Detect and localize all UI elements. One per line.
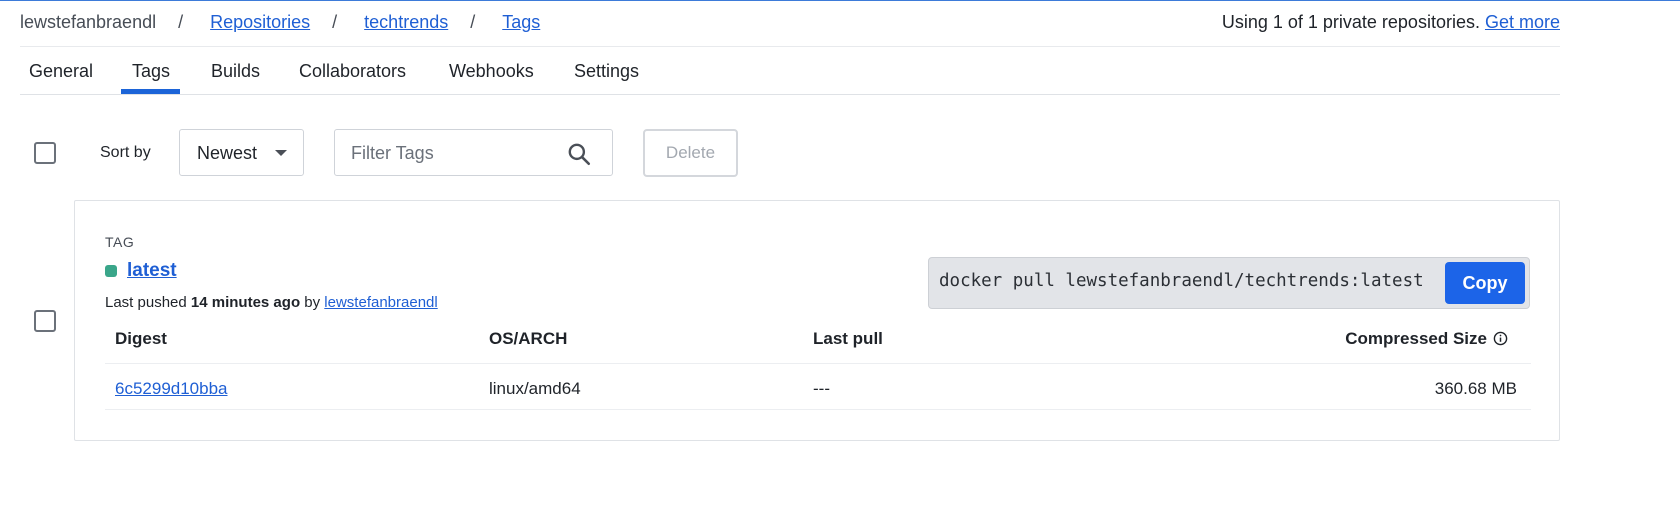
top-accent-line	[0, 0, 1680, 1]
last-pushed-info: Last pushed 14 minutes ago by lewstefanb…	[105, 294, 438, 311]
tag-name-link[interactable]: latest	[127, 260, 177, 282]
tab-collaborators[interactable]: Collaborators	[299, 61, 406, 82]
breadcrumb: lewstefanbraendl / Repositories / techtr…	[20, 12, 540, 33]
pushed-by-user-link[interactable]: lewstefanbraendl	[324, 294, 437, 311]
active-tab-indicator	[121, 89, 180, 94]
compressed-size-label: Compressed Size	[1345, 329, 1487, 348]
select-all-checkbox[interactable]	[34, 142, 56, 164]
compressed-size-cell: 360.68 MB	[1434, 379, 1517, 398]
column-header-compressed-size: Compressed Size	[1345, 329, 1508, 349]
last-pull-cell: ---	[813, 379, 830, 398]
sort-label: Sort by	[100, 144, 151, 161]
pushed-prefix: Last pushed	[105, 294, 187, 311]
table-divider	[105, 409, 1531, 410]
breadcrumb-repo-link[interactable]: techtrends	[364, 12, 448, 33]
tab-tags[interactable]: Tags	[132, 61, 170, 82]
caret-down-icon	[275, 150, 287, 156]
tab-builds[interactable]: Builds	[211, 61, 260, 82]
tag-name-row: latest	[105, 260, 177, 282]
column-header-digest: Digest	[115, 329, 167, 348]
delete-button[interactable]: Delete	[643, 129, 738, 177]
breadcrumb-separator: /	[332, 12, 338, 32]
info-icon[interactable]	[1493, 331, 1508, 346]
breadcrumb-tags-link[interactable]: Tags	[502, 12, 540, 33]
sort-value: Newest	[197, 143, 258, 163]
table-divider	[105, 363, 1531, 364]
copy-button[interactable]: Copy	[1445, 262, 1525, 304]
docker-pull-command-box: docker pull lewstefanbraendl/techtrends:…	[928, 257, 1530, 309]
filter-tags-field	[334, 129, 613, 176]
column-header-last-pull: Last pull	[813, 329, 883, 348]
pushed-when: 14 minutes ago	[190, 294, 301, 311]
pull-command-text: docker pull lewstefanbraendl/techtrends:…	[939, 271, 1424, 291]
private-repo-usage: Using 1 of 1 private repositories. Get mo…	[1222, 12, 1560, 33]
usage-text: Using 1 of 1 private repositories.	[1221, 12, 1480, 32]
tags-toolbar: Sort by Newest Delete	[0, 129, 1680, 177]
search-icon[interactable]	[566, 141, 592, 167]
page-header: lewstefanbraendl / Repositories / techtr…	[20, 12, 1560, 36]
breadcrumb-owner: lewstefanbraendl	[20, 12, 157, 32]
os-arch-cell: linux/amd64	[489, 379, 581, 398]
digest-cell: 6c5299d10bba	[115, 379, 228, 399]
sort-select[interactable]: Newest	[179, 129, 304, 176]
digest-link[interactable]: 6c5299d10bba	[115, 379, 228, 398]
pushed-by-word: by	[304, 294, 321, 311]
tab-webhooks[interactable]: Webhooks	[449, 61, 534, 82]
tag-status-icon	[105, 265, 117, 277]
get-more-link[interactable]: Get more	[1485, 12, 1560, 32]
breadcrumb-repositories-link[interactable]: Repositories	[210, 12, 310, 33]
tag-card: TAG latest Last pushed 14 minutes ago by…	[74, 200, 1560, 441]
breadcrumb-separator: /	[178, 12, 184, 32]
tag-column-header: TAG	[105, 234, 135, 250]
tab-settings[interactable]: Settings	[574, 61, 639, 82]
header-divider	[20, 46, 1560, 47]
tag-row-checkbox[interactable]	[34, 310, 56, 332]
column-header-os-arch: OS/ARCH	[489, 329, 568, 348]
tab-general[interactable]: General	[29, 61, 93, 82]
filter-tags-input[interactable]	[351, 140, 551, 166]
breadcrumb-separator: /	[470, 12, 476, 32]
repo-tabs: General Tags Builds Collaborators Webhoo…	[20, 48, 1560, 95]
